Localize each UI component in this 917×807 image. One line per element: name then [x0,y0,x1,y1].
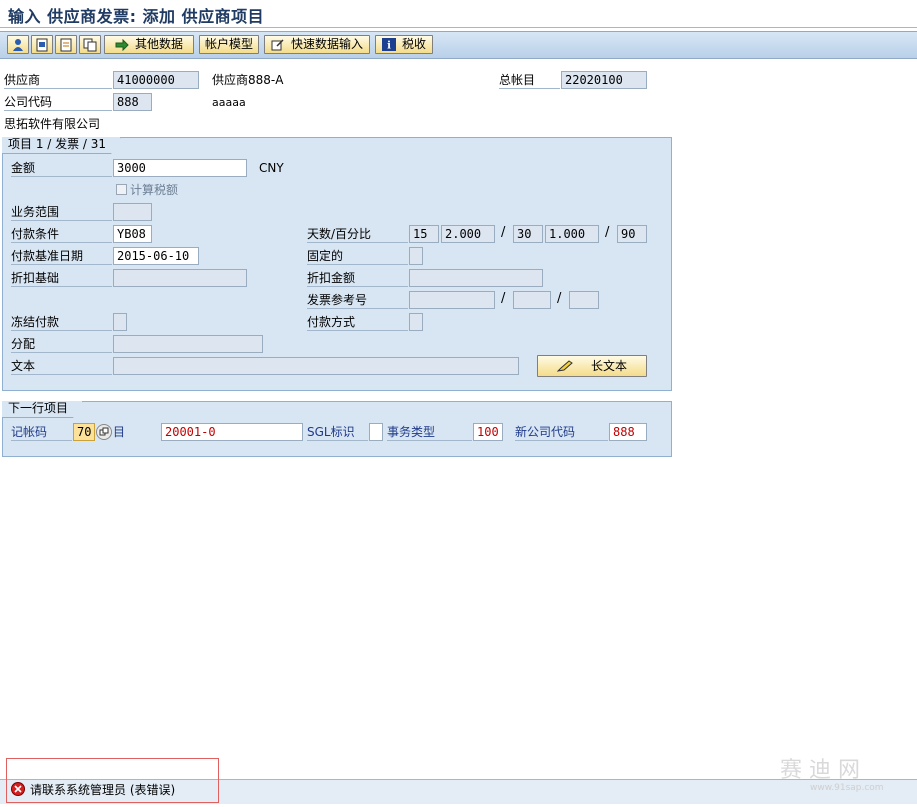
slash-2: / [605,225,610,240]
company-name: 思拓软件有限公司 [4,117,101,131]
vendor-name: 供应商888-A [212,73,284,87]
days3-field[interactable]: 90 [617,225,647,243]
discount-amount-label: 折扣金额 [307,270,408,287]
days2-field[interactable]: 30 [513,225,543,243]
item-group-tab: 项目 1 / 发票 / 31 [2,137,121,154]
trans-type-label: 事务类型 [387,424,472,441]
info-icon: i [381,38,396,52]
long-text-button[interactable]: 长文本 [537,355,647,377]
new-company-field[interactable]: 888 [609,423,647,441]
company-code-desc: aaaaa [212,96,246,109]
company-code-field[interactable]: 888 [113,93,152,111]
calc-tax-checkbox[interactable] [116,184,127,195]
baseline-date-field[interactable]: 2015-06-10 [113,247,199,265]
svg-text:i: i [387,41,391,52]
more-data-label: 其他数据 [134,37,183,51]
gl-account-label: 总帐目 [499,72,560,89]
posting-key-label: 记帐码 [11,424,72,441]
watermark-url: www.91sap.com [810,783,884,793]
gl-account-field[interactable]: 22020100 [561,71,647,89]
account-field[interactable]: 20001-0 [161,423,303,441]
days-pct-label: 天数/百分比 [307,226,408,243]
copy-icon[interactable] [79,35,101,54]
discount-base-label: 折扣基础 [11,270,112,287]
application-toolbar: 其他数据 帐户模型 快速数据输入 i 税收 [0,31,917,59]
amount-field[interactable]: 3000 [113,159,247,177]
assignment-label: 分配 [11,336,112,353]
invoice-ref-field-3[interactable] [569,291,599,309]
slash-3: / [501,291,506,306]
discount-base-field[interactable] [113,269,247,287]
person-icon[interactable] [7,35,29,54]
account-label: 目 [113,425,126,439]
window-title: 输入 供应商发票: 添加 供应商项目 [8,7,265,26]
account-model-label: 帐户模型 [204,37,253,51]
amount-label: 金额 [11,160,112,177]
fixed-label: 固定的 [307,248,408,265]
arrow-right-icon [115,38,129,51]
payment-terms-field[interactable]: YB08 [113,225,152,243]
text-field[interactable] [113,357,519,375]
fixed-field[interactable] [409,247,423,265]
status-message[interactable]: 请联系系统管理员 (表错误) [30,782,175,798]
payment-method-label: 付款方式 [307,314,408,331]
next-item-tab: 下一行项目 [2,401,83,418]
payment-terms-label: 付款条件 [11,226,112,243]
fast-entry-label: 快速数据输入 [290,37,363,51]
vendor-field[interactable]: 41000000 [113,71,199,89]
error-icon [11,782,25,796]
payment-method-field[interactable] [409,313,423,331]
assignment-field[interactable] [113,335,263,353]
pencil-icon [556,360,573,372]
slash-1: / [501,225,506,240]
business-area-label: 业务范围 [11,204,112,221]
invoice-ref-field-1[interactable] [409,291,495,309]
currency: CNY [259,161,284,175]
text-label: 文本 [11,358,112,375]
slash-4: / [557,291,562,306]
sgl-field[interactable] [369,423,383,441]
block-payment-label: 冻结付款 [11,314,112,331]
watermark-text: 赛 迪 网 [780,758,860,783]
long-text-label: 长文本 [590,358,627,373]
discount-amount-field[interactable] [409,269,543,287]
tax-button[interactable]: i 税收 [375,35,433,54]
invoice-ref-label: 发票参考号 [307,292,408,309]
edit-icon [271,38,285,51]
invoice-ref-field-2[interactable] [513,291,551,309]
business-area-field[interactable] [113,203,152,221]
tax-label: 税收 [401,37,426,51]
new-company-label: 新公司代码 [515,424,608,441]
more-data-button[interactable]: 其他数据 [104,35,194,54]
posting-key-field[interactable]: 70 [73,423,95,441]
block-payment-field[interactable] [113,313,127,331]
document-icon[interactable] [55,35,77,54]
overview-icon[interactable] [31,35,53,54]
sgl-label: SGL标识 [307,424,368,441]
trans-type-field[interactable]: 100 [473,423,503,441]
calc-tax-label: 计算税额 [130,183,179,197]
pct2-field[interactable]: 1.000 [545,225,599,243]
fast-entry-button[interactable]: 快速数据输入 [264,35,370,54]
company-code-label: 公司代码 [4,94,112,111]
baseline-date-label: 付款基准日期 [11,248,112,265]
value-help-icon[interactable] [96,424,112,440]
vendor-label: 供应商 [4,72,112,89]
pct1-field[interactable]: 2.000 [441,225,495,243]
title-divider [0,27,917,28]
account-model-button[interactable]: 帐户模型 [199,35,259,54]
days1-field[interactable]: 15 [409,225,439,243]
